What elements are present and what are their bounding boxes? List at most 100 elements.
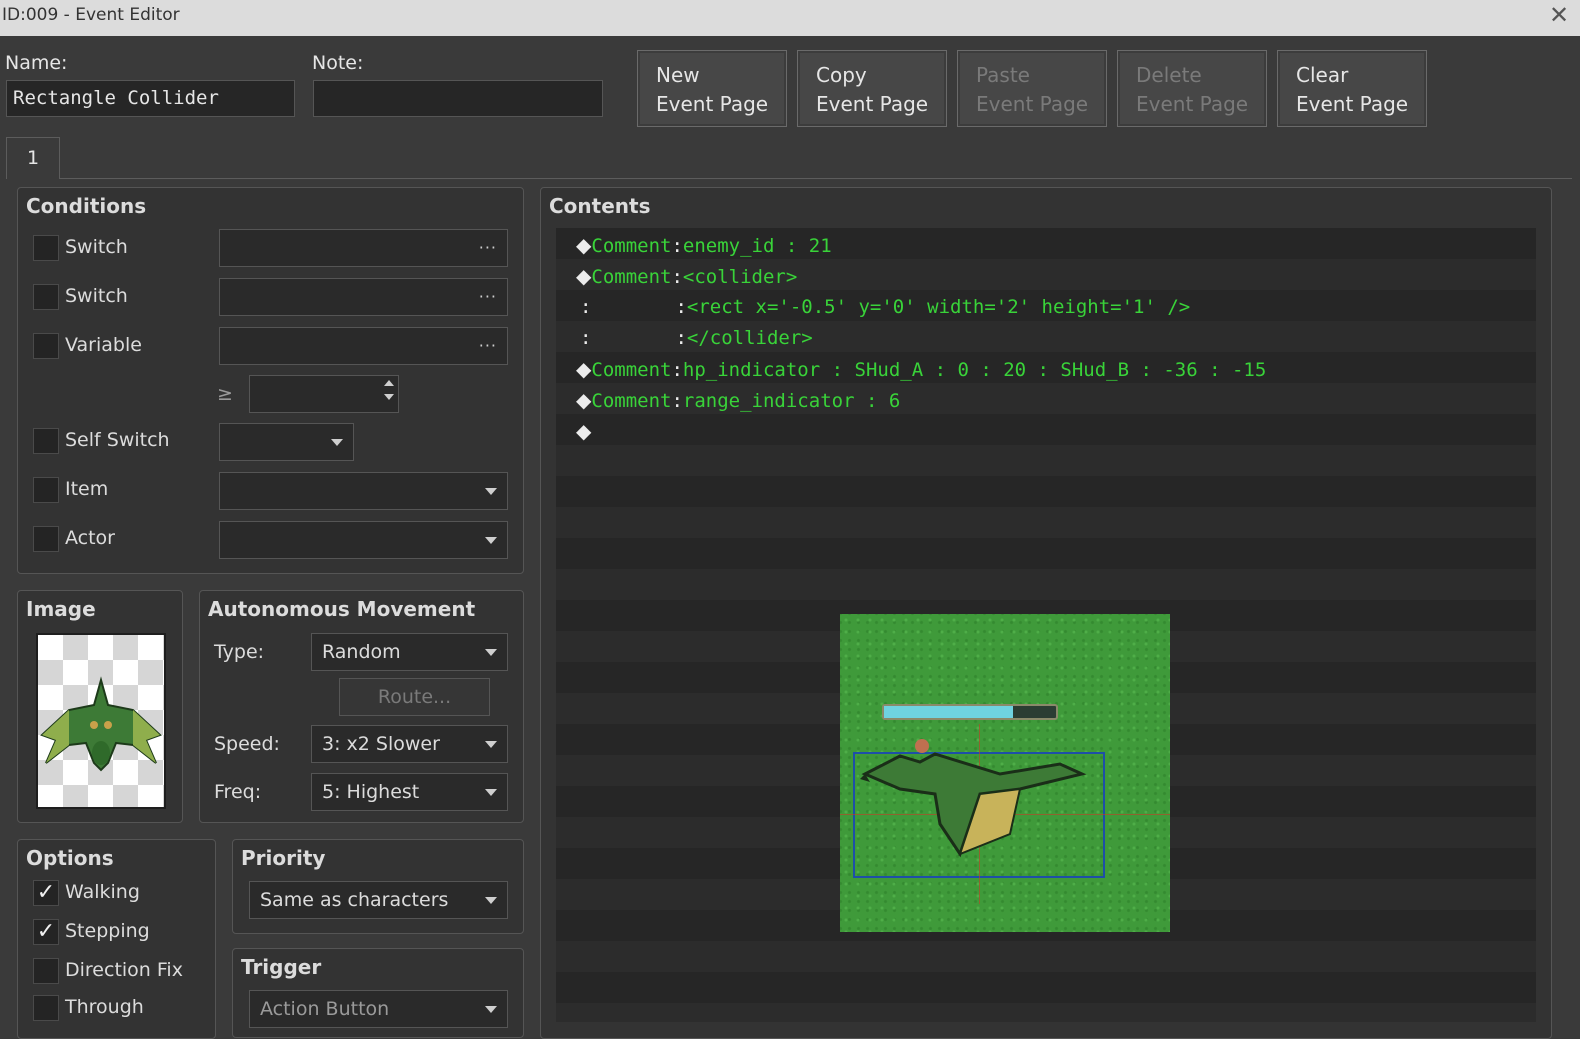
trigger-value: Action Button — [260, 998, 390, 1020]
trigger-title: Trigger — [241, 955, 322, 979]
direction-fix-label: Direction Fix — [65, 959, 183, 981]
colon: : — [580, 327, 592, 349]
diamond-icon: ◆ — [576, 388, 592, 412]
close-icon[interactable]: ✕ — [1544, 0, 1574, 30]
trigger-panel: Trigger Action Button — [232, 948, 524, 1038]
options-title: Options — [26, 846, 114, 870]
actor-checkbox[interactable] — [33, 526, 59, 552]
colon: : — [671, 390, 683, 412]
conditions-panel: Conditions Switch ··· Switch ··· Variabl… — [17, 187, 524, 574]
command-text: </collider> — [686, 327, 813, 349]
button-line: Clear — [1296, 63, 1349, 87]
speed-label: Speed: — [214, 733, 280, 755]
clear-event-page-button[interactable]: Clear Event Page — [1277, 50, 1427, 127]
switch1-label: Switch — [65, 236, 128, 258]
dragon-sprite-icon — [860, 739, 1087, 858]
chevron-down-icon — [485, 537, 497, 544]
movement-freq-value: 5: Highest — [322, 781, 420, 803]
button-line: New — [656, 63, 700, 87]
variable-selector[interactable]: ··· — [219, 327, 508, 365]
name-label: Name: — [5, 52, 68, 74]
command-text: hp_indicator : SHud_A : 0 : 20 : SHud_B … — [682, 359, 1267, 381]
movement-speed-dropdown[interactable]: 3: x2 Slower — [311, 725, 508, 763]
item-dropdown[interactable] — [219, 472, 508, 510]
chevron-down-icon — [485, 741, 497, 748]
self-switch-checkbox[interactable] — [33, 428, 59, 454]
freq-label: Freq: — [214, 781, 262, 803]
self-switch-dropdown[interactable] — [219, 423, 354, 461]
comment-keyword: Comment — [591, 390, 672, 412]
copy-event-page-button[interactable]: Copy Event Page — [797, 50, 947, 127]
chevron-down-icon — [485, 488, 497, 495]
command-row[interactable]: ◆Comment:<collider> — [576, 261, 797, 292]
type-label: Type: — [214, 641, 265, 663]
command-text: <rect x='-0.5' y='0' width='2' height='1… — [686, 296, 1191, 318]
event-command-list[interactable]: ◆Comment:enemy_id : 21 ◆Comment:<collide… — [556, 228, 1536, 1022]
command-row[interactable]: ◆Comment:hp_indicator : SHud_A : 0 : 20 … — [576, 354, 1266, 385]
title-bar: ID:009 - Event Editor ✕ — [0, 0, 1580, 36]
button-line: Event Page — [816, 92, 929, 116]
options-panel: Options ✓ Walking ✓ Stepping Direction F… — [17, 839, 216, 1039]
delete-event-page-button[interactable]: Delete Event Page — [1117, 50, 1267, 127]
chevron-down-icon — [331, 439, 343, 446]
through-label: Through — [65, 996, 144, 1018]
stepping-label: Stepping — [65, 920, 150, 942]
movement-freq-dropdown[interactable]: 5: Highest — [311, 773, 508, 811]
switch2-checkbox[interactable] — [33, 284, 59, 310]
button-line: Paste — [976, 63, 1030, 87]
switch1-selector[interactable]: ··· — [219, 229, 508, 267]
image-panel: Image — [17, 590, 183, 823]
command-row[interactable]: ::</collider> — [576, 323, 813, 354]
switch1-checkbox[interactable] — [33, 235, 59, 261]
walking-checkbox[interactable]: ✓ — [33, 880, 59, 906]
diamond-icon: ◆ — [576, 233, 592, 257]
direction-fix-checkbox[interactable] — [33, 958, 59, 984]
switch2-selector[interactable]: ··· — [219, 278, 508, 316]
diamond-icon: ◆ — [576, 264, 592, 288]
command-row[interactable]: ◆Comment:enemy_id : 21 — [576, 230, 832, 261]
self-switch-label: Self Switch — [65, 429, 170, 451]
hp-bar — [882, 704, 1058, 720]
spinner-icon[interactable] — [384, 380, 394, 408]
dragon-sprite-icon — [40, 676, 162, 772]
note-input[interactable] — [313, 80, 603, 117]
ellipsis-icon: ··· — [478, 287, 497, 306]
game-preview — [840, 614, 1170, 932]
button-line: Event Page — [1296, 92, 1409, 116]
image-title: Image — [26, 597, 96, 621]
variable-checkbox[interactable] — [33, 333, 59, 359]
route-button[interactable]: Route... — [339, 678, 490, 716]
actor-dropdown[interactable] — [219, 521, 508, 559]
movement-speed-value: 3: x2 Slower — [322, 733, 440, 755]
window-title: ID:009 - Event Editor — [2, 5, 180, 25]
command-row-empty[interactable]: ◆ — [576, 416, 591, 447]
comment-keyword: Comment — [591, 359, 672, 381]
item-checkbox[interactable] — [33, 477, 59, 503]
variable-value-stepper[interactable] — [249, 375, 399, 413]
button-line: Event Page — [1136, 92, 1249, 116]
new-event-page-button[interactable]: New Event Page — [637, 50, 787, 127]
colon: : — [675, 327, 687, 349]
autonomous-movement-panel: Autonomous Movement Type: Random Route..… — [199, 590, 524, 823]
through-checkbox[interactable] — [33, 995, 59, 1021]
tab-page-1[interactable]: 1 — [6, 137, 60, 179]
paste-event-page-button[interactable]: Paste Event Page — [957, 50, 1107, 127]
conditions-title: Conditions — [26, 194, 147, 218]
contents-title: Contents — [549, 194, 651, 218]
variable-label: Variable — [65, 334, 142, 356]
button-line: Copy — [816, 63, 867, 87]
colon: : — [675, 296, 687, 318]
stepping-checkbox[interactable]: ✓ — [33, 919, 59, 945]
character-image[interactable] — [36, 633, 166, 809]
trigger-dropdown[interactable]: Action Button — [249, 990, 508, 1028]
name-input[interactable]: Rectangle Collider — [6, 80, 295, 117]
button-line: Event Page — [976, 92, 1089, 116]
command-row[interactable]: ◆Comment:range_indicator : 6 — [576, 385, 900, 416]
walking-label: Walking — [65, 881, 140, 903]
chevron-down-icon — [485, 649, 497, 656]
priority-dropdown[interactable]: Same as characters — [249, 881, 508, 919]
note-label: Note: — [312, 52, 364, 74]
chevron-down-icon — [485, 789, 497, 796]
movement-type-dropdown[interactable]: Random — [311, 633, 508, 671]
command-row[interactable]: ::<rect x='-0.5' y='0' width='2' height=… — [576, 292, 1190, 323]
